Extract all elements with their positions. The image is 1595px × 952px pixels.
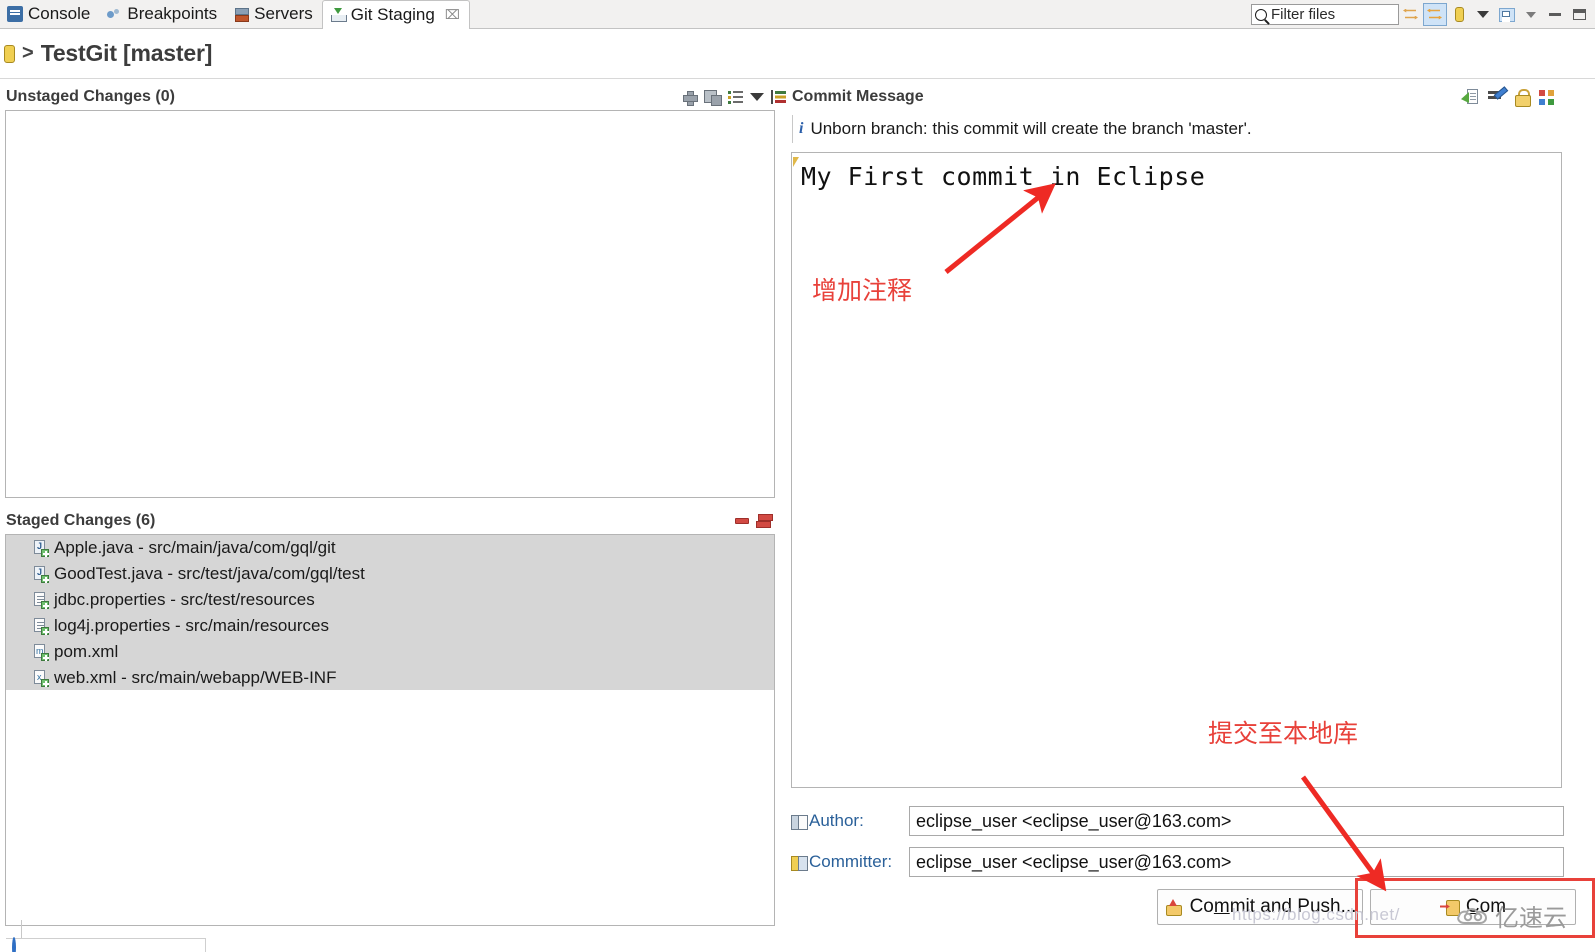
list-item[interactable]: GoodTest.java - src/test/java/com/gql/te… xyxy=(6,561,774,587)
filter-placeholder: Filter files xyxy=(1271,6,1336,23)
properties-added-icon xyxy=(33,592,49,609)
info-message-text: Unborn branch: this commit will create t… xyxy=(810,119,1252,138)
unstage-selected-icon[interactable] xyxy=(735,518,749,524)
taskbar-tray xyxy=(6,937,206,952)
list-presentation-icon[interactable] xyxy=(728,90,743,104)
unstaged-changes-title: Unstaged Changes (0) xyxy=(6,88,175,105)
annotation-add-comment: 增加注释 xyxy=(812,276,913,305)
tab-servers[interactable]: Servers xyxy=(226,0,322,28)
properties-added-icon xyxy=(33,618,49,635)
breadcrumb-separator: > xyxy=(22,42,34,64)
filter-files-input[interactable]: Filter files xyxy=(1251,4,1399,25)
commit-message-header: Commit Message xyxy=(792,84,1562,110)
committer-row: Committer: eclipse_user <eclipse_user@16… xyxy=(791,847,1564,877)
breakpoints-icon xyxy=(106,6,122,22)
tab-label: Breakpoints xyxy=(127,4,218,23)
view-menu-icon[interactable] xyxy=(1519,3,1543,26)
watermark-text: 亿速云 xyxy=(1495,904,1567,932)
list-item[interactable]: jdbc.properties - src/test/resources xyxy=(6,587,774,613)
tab-label: Git Staging xyxy=(350,5,435,24)
info-icon: i xyxy=(799,120,804,137)
sign-commit-icon[interactable] xyxy=(1515,89,1531,107)
tab-breakpoints[interactable]: Breakpoints xyxy=(99,0,226,28)
page-title: TestGit [master] xyxy=(40,40,213,66)
commit-message-toolbar xyxy=(1461,84,1554,110)
repository-icon[interactable] xyxy=(1447,3,1471,26)
cloud-logo-icon xyxy=(1457,907,1488,924)
os-taskbar xyxy=(0,937,1595,952)
author-label: Author: xyxy=(809,811,864,830)
staged-file-list[interactable]: Apple.java - src/main/java/com/gql/git G… xyxy=(6,535,774,690)
maximize-icon[interactable] xyxy=(1567,3,1591,26)
close-icon[interactable]: ⌧ xyxy=(445,7,460,23)
amend-commit-icon[interactable] xyxy=(1461,89,1478,105)
unstaged-changes-list[interactable] xyxy=(5,110,775,498)
list-item[interactable]: Apple.java - src/main/java/com/gql/git xyxy=(6,535,774,561)
tab-git-staging[interactable]: Git Staging ⌧ xyxy=(321,0,470,29)
browser-icon[interactable] xyxy=(12,937,16,952)
author-value: eclipse_user <eclipse_user@163.com> xyxy=(916,810,1232,831)
xml-added-icon xyxy=(33,670,49,687)
watermark: 亿速云 xyxy=(1455,898,1567,933)
link-selection-icon[interactable] xyxy=(1399,3,1423,26)
divider xyxy=(21,920,22,938)
git-staging-view: Console Breakpoints Servers Git Staging … xyxy=(0,0,1595,952)
list-item-label: Apple.java - src/main/java/com/gql/git xyxy=(54,538,336,557)
committer-label: Committer: xyxy=(809,852,893,871)
list-item-label: log4j.properties - src/main/resources xyxy=(54,616,329,635)
console-icon xyxy=(7,6,23,22)
search-icon xyxy=(1255,8,1267,21)
committer-field[interactable]: eclipse_user <eclipse_user@163.com> xyxy=(909,847,1564,877)
committer-label-group[interactable]: Committer: xyxy=(791,852,909,872)
list-item-label: pom.xml xyxy=(54,642,119,661)
java-added-icon xyxy=(33,540,49,557)
git-staging-icon xyxy=(330,7,347,23)
author-row: Author: eclipse_user <eclipse_user@163.c… xyxy=(791,806,1564,836)
staged-changes-title: Staged Changes (6) xyxy=(6,512,156,529)
author-field[interactable]: eclipse_user <eclipse_user@163.com> xyxy=(909,806,1564,836)
view-menu-caret-icon[interactable] xyxy=(1471,3,1495,26)
tab-label: Console xyxy=(28,4,91,23)
commit-message-input[interactable] xyxy=(791,152,1562,788)
author-icon xyxy=(791,814,808,830)
sort-icon[interactable] xyxy=(771,90,786,104)
commit-info-message: i Unborn branch: this commit will create… xyxy=(792,115,1562,143)
list-item-label: GoodTest.java - src/test/java/com/gql/te… xyxy=(54,564,365,583)
java-added-icon xyxy=(33,566,49,583)
tab-label: Servers xyxy=(254,4,313,23)
view-toolbar: Filter files xyxy=(1251,2,1591,27)
presentation-menu-caret-icon[interactable] xyxy=(750,93,764,101)
list-item[interactable]: pom.xml xyxy=(6,639,774,665)
stage-selected-icon[interactable] xyxy=(682,90,698,106)
unstaged-changes-header: Unstaged Changes (0) xyxy=(6,84,786,110)
push-icon xyxy=(1164,899,1182,916)
staged-changes-header: Staged Changes (6) xyxy=(6,508,786,534)
servers-icon xyxy=(233,6,250,22)
list-item-label: web.xml - src/main/webapp/WEB-INF xyxy=(54,668,337,687)
staged-toolbar xyxy=(735,508,773,534)
list-item[interactable]: web.xml - src/main/webapp/WEB-INF xyxy=(6,665,774,691)
annotation-commit-to-local-repo: 提交至本地库 xyxy=(1208,719,1359,748)
unstage-all-icon[interactable] xyxy=(756,514,773,528)
restore-perspective-icon[interactable] xyxy=(1495,3,1519,26)
breadcrumb: > TestGit [master] xyxy=(0,29,1595,79)
list-item[interactable]: log4j.properties - src/main/resources xyxy=(6,613,774,639)
minimize-icon[interactable] xyxy=(1543,3,1567,26)
repository-icon[interactable] xyxy=(4,44,15,63)
synchronize-icon[interactable] xyxy=(1423,3,1447,26)
add-signed-off-by-icon[interactable] xyxy=(1488,89,1505,105)
tab-console[interactable]: Console xyxy=(0,0,99,28)
committer-icon xyxy=(791,855,808,871)
add-change-id-icon[interactable] xyxy=(1539,89,1554,105)
list-item-label: jdbc.properties - src/test/resources xyxy=(54,590,315,609)
unstaged-toolbar xyxy=(682,84,786,110)
pom-added-icon xyxy=(33,644,49,661)
author-label-group[interactable]: Author: xyxy=(791,811,909,831)
commit-message-text[interactable]: My First commit in Eclipse xyxy=(801,162,1205,191)
watermark-url: https://blog.csdn.net/ xyxy=(1232,905,1400,924)
commit-message-title: Commit Message xyxy=(792,88,924,105)
committer-value: eclipse_user <eclipse_user@163.com> xyxy=(916,851,1232,872)
stage-all-icon[interactable] xyxy=(704,89,722,106)
